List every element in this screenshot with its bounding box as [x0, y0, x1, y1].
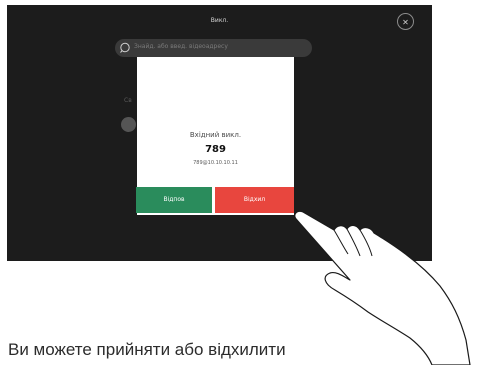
- caption-text: Ви можете прийняти або відхилити: [8, 340, 286, 359]
- pointing-hand-illustration: [294, 210, 471, 365]
